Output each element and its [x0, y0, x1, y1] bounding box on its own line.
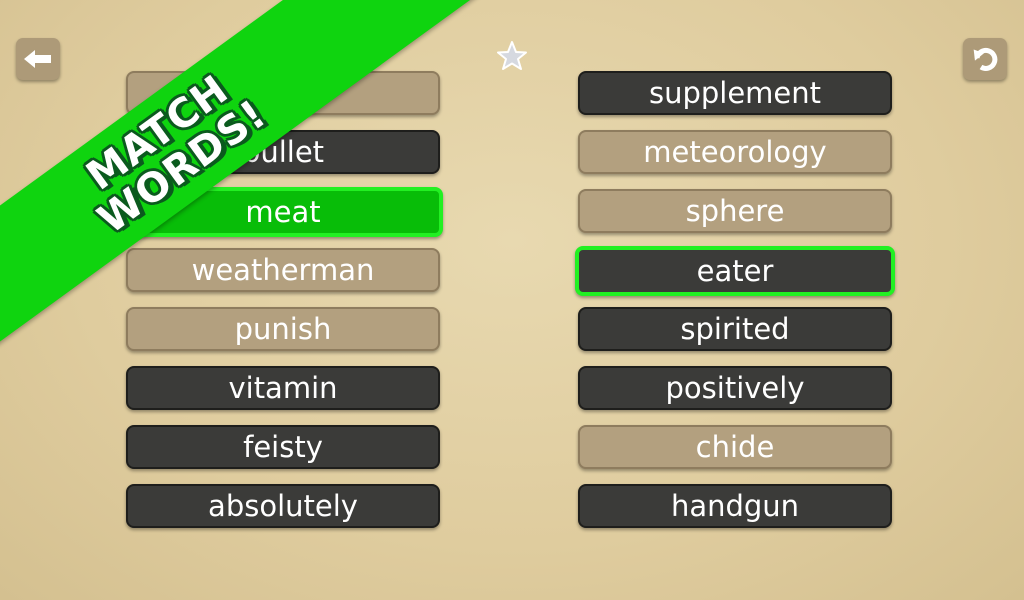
undo-button[interactable]	[963, 38, 1007, 80]
word-tile[interactable]: punish	[126, 307, 440, 351]
word-tile[interactable]: spirited	[578, 307, 892, 351]
word-tile[interactable]: supplement	[578, 71, 892, 115]
word-tile[interactable]: feisty	[126, 425, 440, 469]
word-tile[interactable]: chide	[578, 425, 892, 469]
word-tile[interactable]: absolutely	[126, 484, 440, 528]
word-tile[interactable]: eater	[575, 246, 895, 296]
word-tile[interactable]: weatherman	[126, 248, 440, 292]
word-tile[interactable]: positively	[578, 366, 892, 410]
back-button[interactable]	[16, 38, 60, 80]
word-tile[interactable]: sphere	[578, 189, 892, 233]
word-tile[interactable]: meteorology	[578, 130, 892, 174]
undo-icon	[973, 47, 998, 71]
arrow-left-icon	[24, 50, 51, 68]
star-icon	[497, 41, 527, 70]
word-tile[interactable]: vitamin	[126, 366, 440, 410]
word-tile[interactable]: handgun	[578, 484, 892, 528]
